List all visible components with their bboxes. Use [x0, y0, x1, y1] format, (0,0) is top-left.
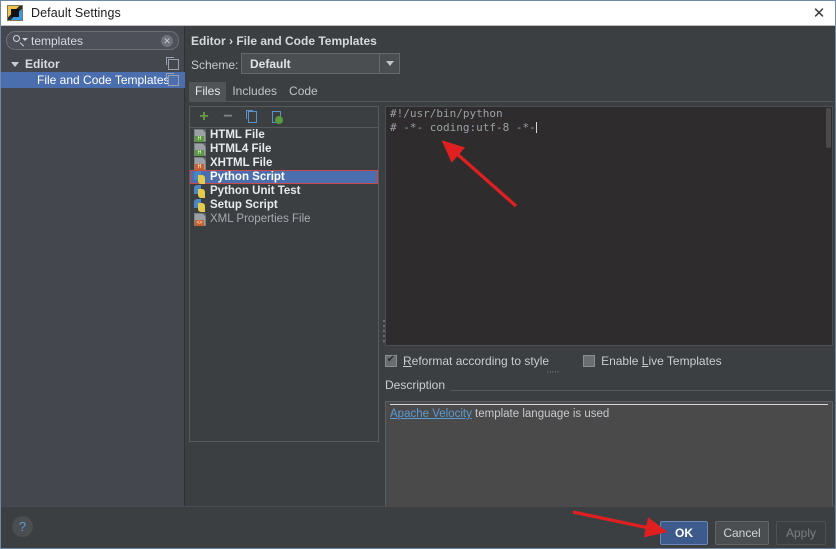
pycharm-icon — [7, 5, 23, 21]
template-list: H HTML File H HTML4 File H XHTML File Py… — [190, 128, 378, 441]
live-templates-hint: ''''' — [547, 370, 560, 379]
sidebar-item-label: Editor — [25, 57, 60, 71]
html-file-icon: H — [194, 143, 206, 156]
sidebar-item-file-and-code-templates[interactable]: File and Code Templates — [1, 72, 185, 88]
search-value: templates — [31, 34, 161, 48]
add-template-button[interactable]: + — [194, 108, 214, 126]
settings-sidebar: templates ✕ Editor File and Code Templat… — [1, 26, 185, 506]
dialog-footer: ? OK Cancel Apply @51CTO博客 — [1, 506, 836, 549]
copy-template-button[interactable] — [242, 108, 262, 126]
reformat-mnemonic: R — [403, 354, 412, 368]
description-box: Apache Velocity template language is use… — [385, 401, 833, 517]
reset-icon — [272, 111, 281, 123]
live-templates-text-post: ive Templates — [648, 354, 721, 368]
reformat-checkbox[interactable] — [385, 355, 397, 367]
list-item-python-script[interactable]: Python Script — [190, 170, 378, 184]
title-bar: Default Settings ✕ — [1, 1, 836, 26]
sidebar-item-label: File and Code Templates — [37, 73, 170, 87]
template-tabs: Files Includes Code — [189, 82, 833, 102]
copy-icon — [248, 111, 257, 123]
list-item-label: XML Properties File — [210, 213, 311, 225]
scheme-select[interactable]: Default — [241, 53, 400, 74]
tab-files[interactable]: Files — [189, 82, 226, 101]
chevron-down-icon — [11, 62, 19, 67]
scheme-value: Default — [250, 57, 379, 71]
text-caret — [536, 122, 537, 133]
list-item[interactable]: H XHTML File — [190, 156, 378, 170]
python-file-icon — [194, 199, 206, 212]
apache-velocity-link[interactable]: Apache Velocity — [390, 408, 472, 420]
code-line-2: # -*- coding:utf-8 -*- — [386, 121, 832, 135]
list-item[interactable]: Setup Script — [190, 198, 378, 212]
copy-settings-icon[interactable] — [168, 75, 179, 86]
python-file-icon — [194, 185, 206, 198]
settings-dialog: Default Settings ✕ templates ✕ Editor Fi… — [0, 0, 836, 549]
list-item-label: Python Unit Test — [210, 185, 301, 197]
copy-settings-icon[interactable] — [168, 59, 179, 70]
description-separator — [385, 390, 833, 391]
chevron-down-icon[interactable] — [379, 54, 399, 73]
template-list-pane: + − H HTML File H HTML4 — [189, 106, 379, 442]
plus-icon: + — [199, 110, 208, 124]
list-item-label: XHTML File — [210, 157, 272, 169]
search-input[interactable]: templates ✕ — [6, 31, 179, 50]
list-item[interactable]: <> XML Properties File — [190, 212, 378, 226]
sidebar-item-editor[interactable]: Editor — [1, 56, 185, 72]
description-body: template language is used — [472, 408, 609, 420]
template-list-toolbar: + − — [190, 107, 378, 128]
list-item[interactable]: Python Unit Test — [190, 184, 378, 198]
html-file-icon: H — [194, 129, 206, 142]
window-title: Default Settings — [31, 6, 121, 20]
apply-button: Apply — [776, 521, 826, 545]
remove-template-button[interactable]: − — [218, 108, 238, 126]
ok-button[interactable]: OK — [660, 521, 708, 545]
description-text: Apache Velocity template language is use… — [390, 408, 609, 420]
list-item-label: HTML4 File — [210, 143, 271, 155]
description-rule — [390, 404, 828, 405]
editor-scrollbar[interactable] — [826, 108, 831, 148]
close-icon[interactable]: ✕ — [801, 1, 836, 25]
live-templates-text-pre: Enable — [601, 354, 642, 368]
minus-icon: − — [223, 110, 232, 124]
description-title: Description — [385, 378, 450, 392]
live-templates-label[interactable]: Enable Live Templates — [601, 354, 722, 368]
list-item-label: Python Script — [210, 171, 285, 183]
template-code-editor[interactable]: #!/usr/bin/python # -*- coding:utf-8 -*- — [385, 106, 833, 346]
clear-search-icon[interactable]: ✕ — [161, 35, 173, 47]
breadcrumb: Editor › File and Code Templates — [191, 34, 377, 48]
cancel-button[interactable]: Cancel — [715, 521, 769, 545]
search-icon — [12, 34, 26, 48]
list-item[interactable]: H HTML File — [190, 128, 378, 142]
xml-file-icon: <> — [194, 213, 206, 226]
scheme-label: Scheme: — [191, 58, 238, 72]
code-line-2-text: # -*- coding:utf-8 -*- — [390, 121, 536, 134]
xhtml-file-icon: H — [194, 157, 206, 170]
list-item-label: Setup Script — [210, 199, 278, 211]
tab-code[interactable]: Code — [283, 82, 324, 101]
help-icon[interactable]: ? — [12, 516, 33, 537]
list-item-label: HTML File — [210, 129, 265, 141]
reset-template-button[interactable] — [266, 108, 286, 126]
template-options-row: Reformat according to style Enable Live … — [385, 352, 833, 370]
reformat-text: eformat according to style — [412, 354, 549, 368]
list-item[interactable]: H HTML4 File — [190, 142, 378, 156]
settings-content: Editor › File and Code Templates Scheme:… — [185, 26, 836, 506]
reformat-label[interactable]: Reformat according to style — [403, 354, 549, 368]
python-file-icon — [194, 171, 206, 184]
tab-includes[interactable]: Includes — [226, 82, 283, 101]
live-templates-checkbox[interactable] — [583, 355, 595, 367]
code-line-1: #!/usr/bin/python — [386, 107, 832, 121]
